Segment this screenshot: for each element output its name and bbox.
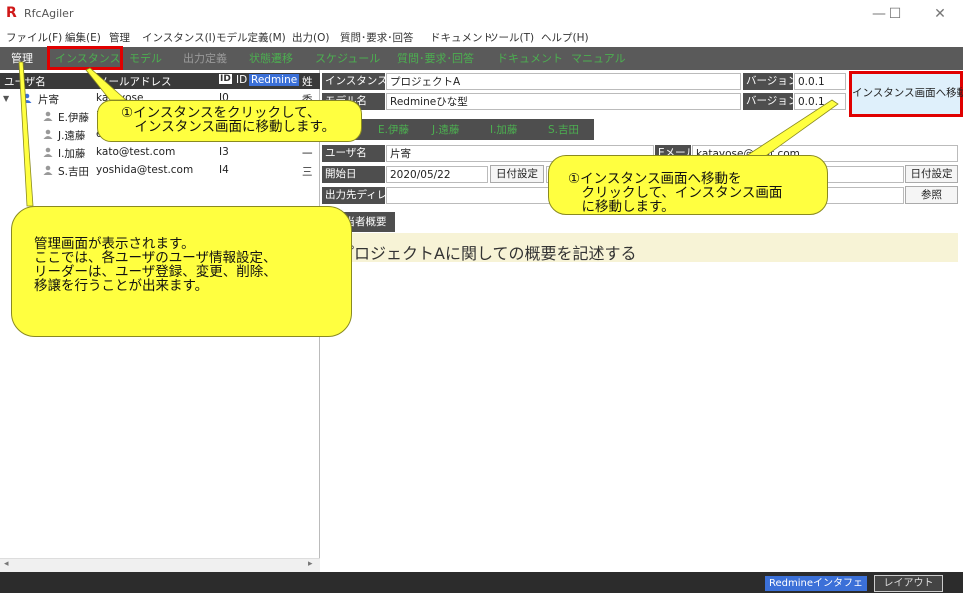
redmine-interface-button[interactable]: Redmineインタフェース xyxy=(765,576,867,604)
callout-admin-screen: 管理画面が表示されます。 ここでは、各ユーザのユーザ情報設定、 リーダーは、ユー… xyxy=(11,206,352,337)
layout-button[interactable]: レイアウト xyxy=(874,575,943,592)
callout-click-instance: ①インスタンスをクリックして、 インスタンス画面に移動します。 xyxy=(97,100,362,142)
arrow-to-move-button xyxy=(738,99,839,161)
arrow-to-instance-tab xyxy=(85,67,128,101)
callout-move-button: ①インスタンス画面へ移動を クリックして、インスタンス画面 に移動します。 xyxy=(548,155,828,215)
arrow-to-admin-tab xyxy=(18,61,34,207)
